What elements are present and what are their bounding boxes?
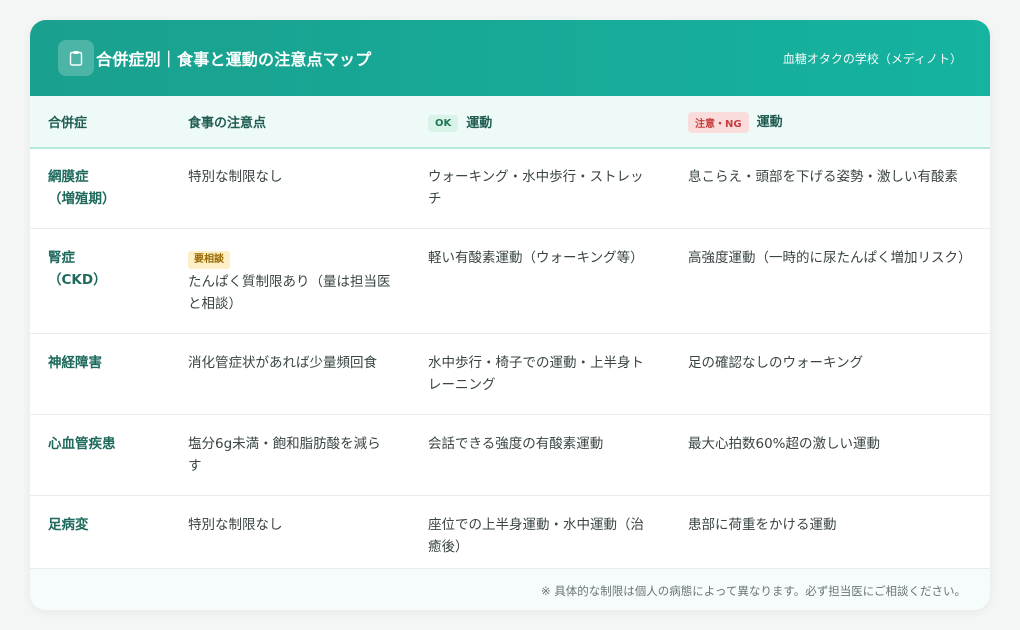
condition-cell: 腎症 （CKD） bbox=[30, 229, 170, 334]
condition-cell: 網膜症 （増殖期） bbox=[30, 148, 170, 229]
ok-exercise-label: 運動 bbox=[466, 115, 493, 131]
condition-cell: 心血管疾患 bbox=[48, 436, 116, 452]
header-condition: 合併症 bbox=[48, 116, 88, 131]
diet-cell: 消化管症状があれば少量頻回食 bbox=[188, 355, 377, 371]
page-title: 合併症別｜食事と運動の注意点マップ bbox=[96, 50, 372, 69]
diet-cell: 要相談 たんぱく質制限あり（量は担当医と相談） bbox=[170, 229, 410, 334]
header-diet: 食事の注意点 bbox=[188, 116, 267, 131]
header-ng-exercise: 注意・NG 運動 bbox=[670, 96, 990, 148]
condition-sub: （CKD） bbox=[48, 272, 107, 288]
ok-pill: OK bbox=[428, 114, 459, 132]
ok-exercise-cell: 軽い有酸素運動（ウォーキング等） bbox=[428, 250, 644, 266]
diet-cell: 塩分6g未満・飽和脂肪酸を減らす bbox=[188, 436, 381, 474]
ng-exercise-cell: 患部に荷重をかける運動 bbox=[688, 517, 837, 533]
brand-label: 血糖オタクの学校（メディノト） bbox=[782, 51, 962, 66]
condition-cell: 神経障害 bbox=[48, 355, 102, 371]
ng-exercise-cell: 高強度運動（一時的に尿たんぱく増加リスク） bbox=[688, 250, 972, 266]
ng-exercise-cell: 足の確認なしのウォーキング bbox=[688, 355, 864, 371]
condition-name: 腎症 bbox=[48, 250, 75, 266]
ok-exercise-cell: ウォーキング・水中歩行・ストレッチ bbox=[428, 169, 644, 207]
diet-cell: 特別な制限なし bbox=[188, 517, 283, 533]
footer-note: ※ 具体的な制限は個人の病態によって異なります。必ず担当医にご相談ください。 bbox=[30, 568, 990, 610]
ng-exercise-cell: 息こらえ・頭部を下げる姿勢・激しい有酸素 bbox=[688, 169, 958, 185]
ok-exercise-cell: 会話できる強度の有酸素運動 bbox=[428, 436, 604, 452]
ng-pill: 注意・NG bbox=[688, 111, 749, 133]
diet-cell: 特別な制限なし bbox=[188, 169, 283, 185]
complication-card: 合併症別｜食事と運動の注意点マップ 血糖オタクの学校（メディノト） 合併症 食事… bbox=[30, 20, 990, 610]
table-row: 心血管疾患 塩分6g未満・飽和脂肪酸を減らす 会話できる強度の有酸素運動 最大心… bbox=[30, 415, 990, 496]
table-row: 足病変 特別な制限なし 座位での上半身運動・水中運動（治癒後） 患部に荷重をかけ… bbox=[30, 496, 990, 577]
table-header-row: 合併症 食事の注意点 OK 運動 注意・NG 運動 bbox=[30, 96, 990, 148]
header-ok-exercise: OK 運動 bbox=[410, 96, 670, 148]
ok-exercise-cell: 座位での上半身運動・水中運動（治癒後） bbox=[428, 517, 644, 555]
table-row: 網膜症 （増殖期） 特別な制限なし ウォーキング・水中歩行・ストレッチ 息こらえ… bbox=[30, 148, 990, 229]
card-header: 合併症別｜食事と運動の注意点マップ 血糖オタクの学校（メディノト） bbox=[30, 20, 990, 96]
table-row: 神経障害 消化管症状があれば少量頻回食 水中歩行・椅子での運動・上半身トレーニン… bbox=[30, 334, 990, 415]
clipboard-icon bbox=[58, 40, 94, 76]
condition-sub: （増殖期） bbox=[48, 191, 116, 207]
consult-badge: 要相談 bbox=[188, 251, 230, 269]
complication-table: 合併症 食事の注意点 OK 運動 注意・NG 運動 網膜症 （増殖期） 特別な制限な… bbox=[30, 96, 990, 576]
condition-name: 網膜症 bbox=[48, 169, 89, 185]
ok-exercise-cell: 水中歩行・椅子での運動・上半身トレーニング bbox=[428, 355, 644, 393]
condition-cell: 足病変 bbox=[48, 517, 89, 533]
ng-exercise-label: 運動 bbox=[756, 114, 783, 130]
diet-text: たんぱく質制限あり（量は担当医と相談） bbox=[188, 274, 391, 312]
ng-exercise-cell: 最大心拍数60%超の激しい運動 bbox=[688, 436, 881, 452]
table-row: 腎症 （CKD） 要相談 たんぱく質制限あり（量は担当医と相談） 軽い有酸素運動… bbox=[30, 229, 990, 334]
